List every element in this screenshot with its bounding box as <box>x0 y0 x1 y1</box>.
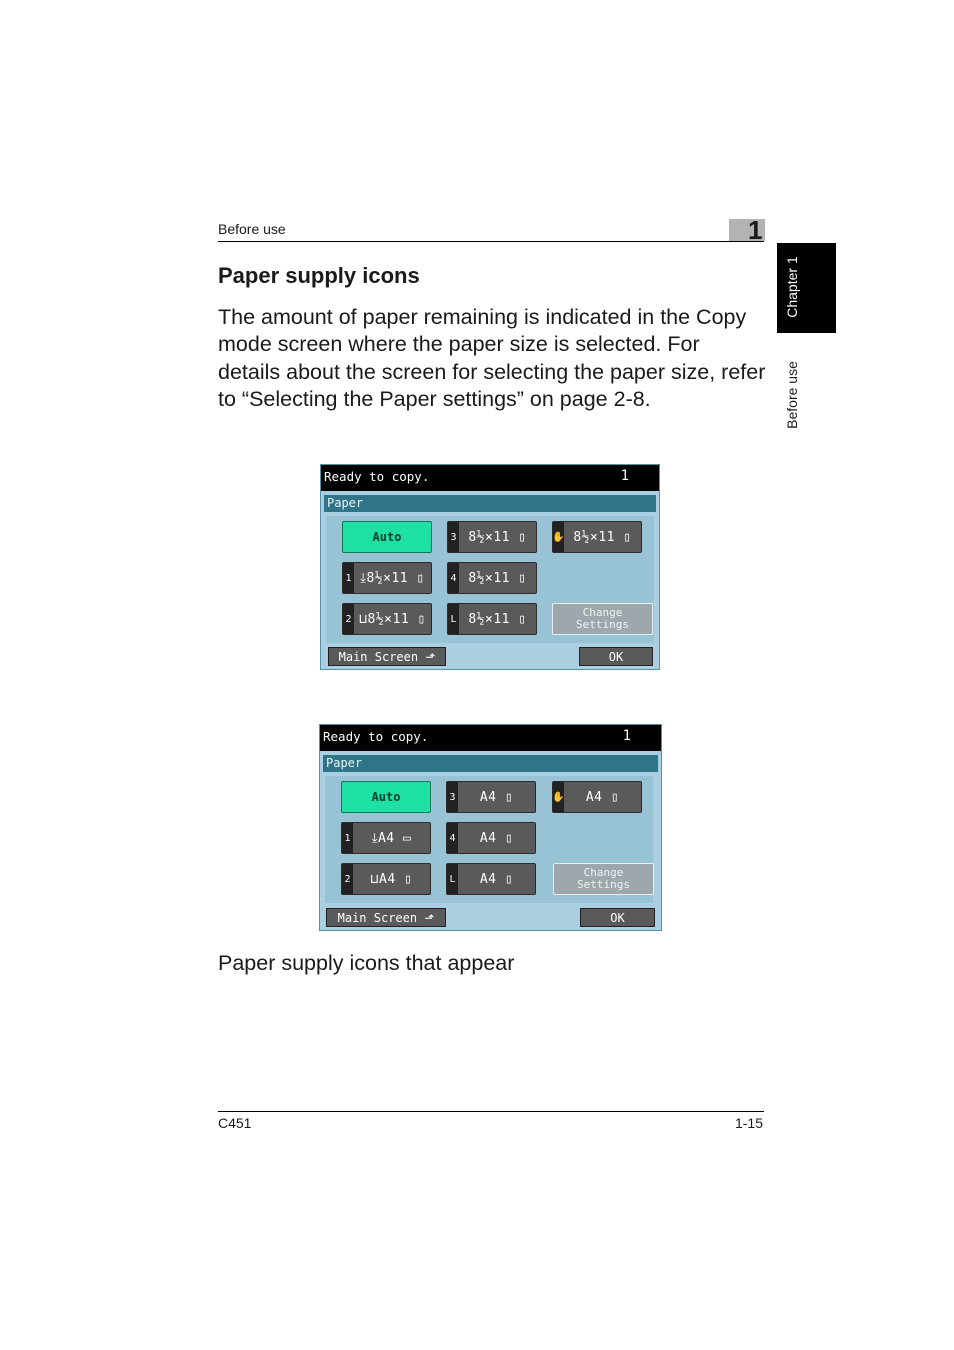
tray-2-icon: 2 <box>342 864 353 894</box>
tray-4-icon: 4 <box>448 563 459 593</box>
change-settings-button[interactable]: Change Settings <box>553 863 654 895</box>
tray-3-icon: 3 <box>448 522 459 552</box>
footer-model: C451 <box>218 1115 252 1131</box>
main-screen-button[interactable]: Main Screen ⬏ <box>326 908 446 927</box>
body-paragraph: The amount of paper remaining is indicat… <box>218 305 766 411</box>
status-message: Ready to copy. <box>323 729 429 744</box>
auto-button[interactable]: Auto <box>342 521 432 553</box>
tray-label: ⊔8½×11 ▯ <box>359 611 426 627</box>
tray-2-button[interactable]: 2 ⊔A4 ▯ <box>341 863 431 895</box>
bypass-tray-button[interactable]: ✋ A4 ▯ <box>552 781 642 813</box>
tray-1-button[interactable]: 1 ⤓8½×11 ▯ <box>342 562 432 594</box>
tray-1-icon: 1 <box>343 563 354 593</box>
lct-icon: L <box>447 864 458 894</box>
tray-label: ⤓A4 ▭ <box>371 830 412 846</box>
header-rule <box>218 241 764 242</box>
tray-label: A4 ▯ <box>479 871 514 887</box>
footer-page-number: 1-15 <box>734 1115 763 1131</box>
copy-count: 1 <box>620 468 629 484</box>
tray-2-button[interactable]: 2 ⊔8½×11 ▯ <box>342 603 432 635</box>
tray-4-icon: 4 <box>447 823 458 853</box>
tray-label: A4 ▯ <box>479 789 514 805</box>
panel-title: Paper <box>323 755 658 772</box>
tray-3-icon: 3 <box>447 782 458 812</box>
bypass-tray-button[interactable]: ✋ 8½×11 ▯ <box>552 521 642 553</box>
running-head: Before use <box>218 221 286 237</box>
tray-label: 8½×11 ▯ <box>573 529 632 545</box>
tray-2-icon: 2 <box>343 604 354 634</box>
copy-count: 1 <box>622 728 631 744</box>
figure-caption: Paper supply icons that appear <box>218 951 515 975</box>
status-message: Ready to copy. <box>324 469 430 484</box>
tray-label: A4 ▯ <box>479 830 514 846</box>
hand-icon: ✋ <box>552 782 565 812</box>
tray-label: ⊔A4 ▯ <box>370 871 413 887</box>
tray-label: 8½×11 ▯ <box>468 570 527 586</box>
section-title: Paper supply icons <box>218 263 420 288</box>
footer-rule <box>218 1111 764 1112</box>
auto-button[interactable]: Auto <box>341 781 431 813</box>
tray-4-button[interactable]: 4 A4 ▯ <box>446 822 536 854</box>
ok-button[interactable]: OK <box>580 908 655 927</box>
tray-label: ⤓8½×11 ▯ <box>360 570 425 586</box>
tray-label: 8½×11 ▯ <box>468 611 527 627</box>
lct-icon: L <box>448 604 459 634</box>
status-bar: Ready to copy. 1 <box>320 725 661 751</box>
hand-icon: ✋ <box>552 522 565 552</box>
change-settings-button[interactable]: Change Settings <box>552 603 653 635</box>
tray-label: 8½×11 ▯ <box>468 529 527 545</box>
tray-4-button[interactable]: 4 8½×11 ▯ <box>447 562 537 594</box>
panel-title: Paper <box>324 495 656 512</box>
tray-label: A4 ▯ <box>585 789 620 805</box>
tray-1-button[interactable]: 1 ⤓A4 ▭ <box>341 822 431 854</box>
section-tab-label: Before use <box>784 361 800 429</box>
large-capacity-tray-button[interactable]: L A4 ▯ <box>446 863 536 895</box>
status-bar: Ready to copy. 1 <box>321 465 659 491</box>
chapter-tab-label: Chapter 1 <box>784 256 800 318</box>
tray-1-icon: 1 <box>342 823 353 853</box>
tray-3-button[interactable]: 3 A4 ▯ <box>446 781 536 813</box>
ok-button[interactable]: OK <box>579 647 653 666</box>
large-capacity-tray-button[interactable]: L 8½×11 ▯ <box>447 603 537 635</box>
main-screen-button[interactable]: Main Screen ⬏ <box>328 647 446 666</box>
tray-3-button[interactable]: 3 8½×11 ▯ <box>447 521 537 553</box>
paper-screen-letter: Ready to copy. 1 Paper Auto 3 8½×11 ▯ ✋ 8½… <box>320 464 660 670</box>
paper-screen-a4: Ready to copy. 1 Paper Auto 3 A4 ▯ ✋ A4 ▯ … <box>319 724 662 931</box>
